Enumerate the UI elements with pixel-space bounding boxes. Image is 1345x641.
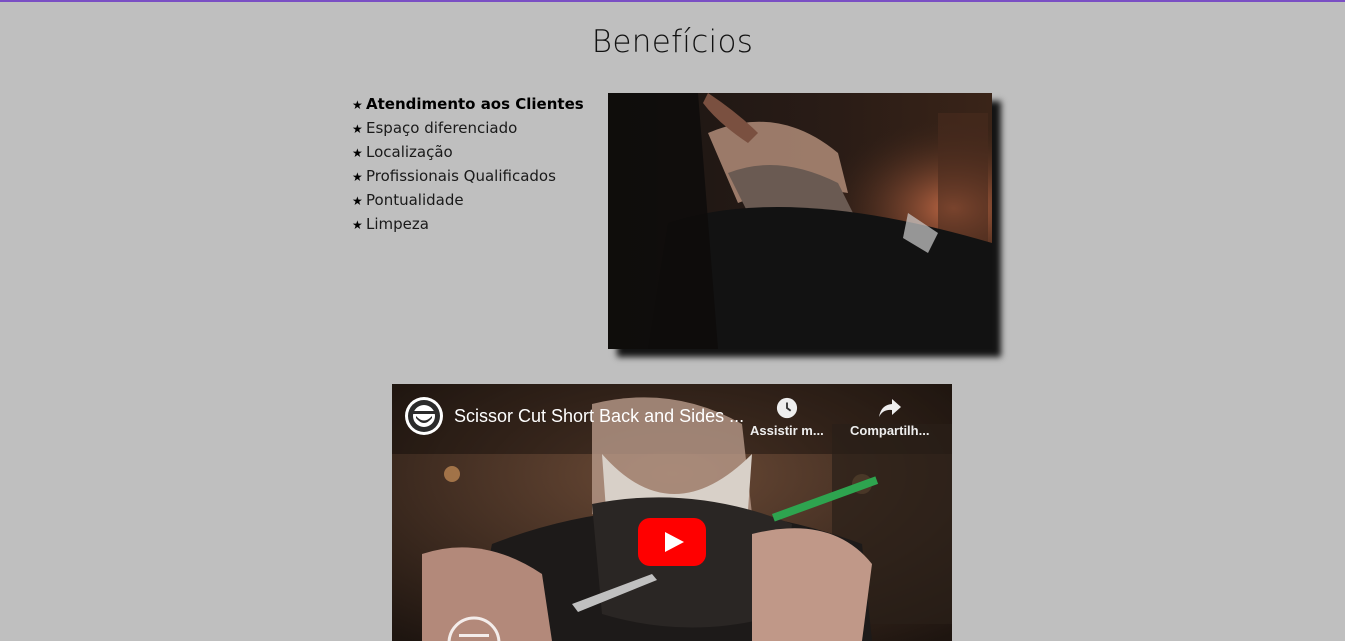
page-title: Benefícios xyxy=(591,24,754,60)
star-icon: ★ xyxy=(352,218,363,232)
list-item: ★ Espaço diferenciado xyxy=(352,117,584,141)
benefit-label: Pontualidade xyxy=(366,191,464,209)
benefit-label: Localização xyxy=(366,143,453,161)
barber-photo-image xyxy=(608,93,992,349)
star-icon: ★ xyxy=(352,122,363,136)
watch-later-label: Assistir m... xyxy=(750,423,824,438)
video-player[interactable]: Scissor Cut Short Back and Sides ... Ass… xyxy=(392,384,952,641)
list-item: ★ Pontualidade xyxy=(352,189,584,213)
list-item: ★ Limpeza xyxy=(352,213,584,237)
star-icon: ★ xyxy=(352,98,363,112)
star-icon: ★ xyxy=(352,170,363,184)
share-icon xyxy=(878,399,901,417)
list-item: ★ Profissionais Qualificados xyxy=(352,165,584,189)
benefit-label: Espaço diferenciado xyxy=(366,119,518,137)
watch-later-button[interactable]: Assistir m... xyxy=(750,397,824,438)
video-title-link[interactable]: Scissor Cut Short Back and Sides ... xyxy=(454,406,744,427)
list-item: ★ Atendimento aos Clientes xyxy=(352,93,584,117)
star-icon: ★ xyxy=(352,146,363,160)
benefit-label: Atendimento aos Clientes xyxy=(366,95,584,113)
benefit-label: Limpeza xyxy=(366,215,429,233)
barber-photo xyxy=(608,93,992,349)
benefit-label: Profissionais Qualificados xyxy=(366,167,556,185)
list-item: ★ Localização xyxy=(352,141,584,165)
benefits-list: ★ Atendimento aos Clientes ★ Espaço difere… xyxy=(352,93,584,237)
channel-watermark-icon xyxy=(447,616,501,641)
play-icon[interactable] xyxy=(638,518,706,566)
share-label: Compartilh... xyxy=(850,423,930,438)
star-icon: ★ xyxy=(352,194,363,208)
share-button[interactable]: Compartilh... xyxy=(850,397,929,438)
clock-icon xyxy=(776,397,797,419)
channel-logo-icon[interactable] xyxy=(404,396,444,436)
top-accent-bar xyxy=(0,0,1345,2)
